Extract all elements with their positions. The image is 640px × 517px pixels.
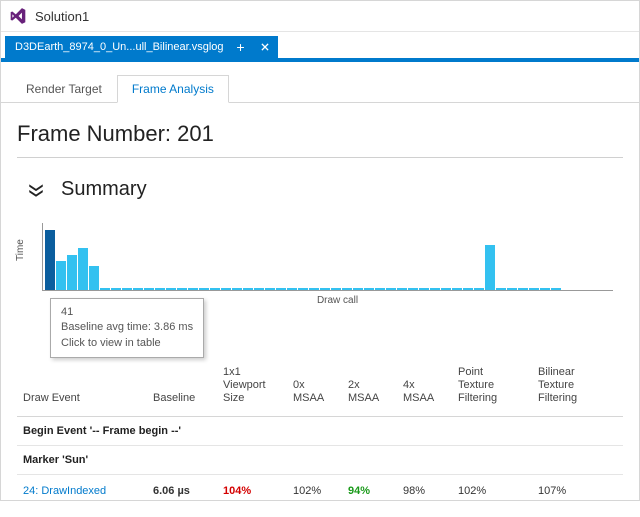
chart-bar[interactable] <box>298 288 308 290</box>
chart-bar[interactable] <box>221 288 231 290</box>
table-header-row: Draw Event Baseline 1x1 Viewport Size 0x… <box>17 362 623 417</box>
chart-bar[interactable] <box>78 248 88 290</box>
chart-bar[interactable] <box>364 288 374 290</box>
chart-bar[interactable] <box>408 288 418 290</box>
time-chart: Time Draw call 41 Baseline avg time: 3.8… <box>17 223 623 306</box>
chart-bar[interactable] <box>111 288 121 290</box>
chart-bar[interactable] <box>452 288 462 290</box>
tab-render-target[interactable]: Render Target <box>11 75 117 103</box>
chart-bar[interactable] <box>474 288 484 290</box>
chart-bar[interactable] <box>320 288 330 290</box>
pin-icon[interactable] <box>234 40 248 54</box>
chart-bar[interactable] <box>463 288 473 290</box>
draw-event-link[interactable]: 24: DrawIndexed <box>23 485 153 497</box>
chart-bar[interactable] <box>210 288 220 290</box>
cell-viewport: 104% <box>223 485 293 497</box>
chart-bar[interactable] <box>276 288 286 290</box>
chart-bar[interactable] <box>518 288 528 290</box>
col-viewport[interactable]: 1x1 Viewport Size <box>223 366 293 406</box>
chart-bar[interactable] <box>177 288 187 290</box>
chart-bar[interactable] <box>496 288 506 290</box>
chart-bar[interactable] <box>441 288 451 290</box>
chart-bar[interactable] <box>485 245 495 290</box>
results-table: Draw Event Baseline 1x1 Viewport Size 0x… <box>17 362 623 507</box>
col-baseline[interactable]: Baseline <box>153 392 223 405</box>
chart-bar[interactable] <box>243 288 253 290</box>
document-tab-strip: D3DEarth_8974_0_Un...ull_Bilinear.vsglog <box>1 32 639 58</box>
chart-bar[interactable] <box>100 288 110 290</box>
document-tab-label: D3DEarth_8974_0_Un...ull_Bilinear.vsglog <box>15 41 224 53</box>
window-title: Solution1 <box>35 9 89 24</box>
col-msaa2[interactable]: 2x MSAA <box>348 379 403 405</box>
summary-section-header[interactable]: Summary <box>27 178 623 201</box>
chart-bar[interactable] <box>199 288 209 290</box>
col-msaa0[interactable]: 0x MSAA <box>293 379 348 405</box>
chart-bar[interactable] <box>144 288 154 290</box>
title-bar: Solution1 <box>1 1 639 32</box>
chart-bar[interactable] <box>133 288 143 290</box>
chart-bar[interactable] <box>56 261 66 290</box>
chart-bar[interactable] <box>287 288 297 290</box>
chart-bar[interactable] <box>375 288 385 290</box>
chart-bar[interactable] <box>386 288 396 290</box>
table-row: 24: DrawIndexed 6.06 µs 104% 102% 94% 98… <box>17 475 623 507</box>
cell-baseline: 6.06 µs <box>153 485 223 497</box>
cell-msaa4: 98% <box>403 485 458 497</box>
col-bilinear[interactable]: Bilinear Texture Filtering <box>538 366 618 406</box>
col-msaa4[interactable]: 4x MSAA <box>403 379 458 405</box>
tooltip-baseline: Baseline avg time: 3.86 ms <box>61 320 193 335</box>
tooltip-hint: Click to view in table <box>61 336 193 351</box>
tab-frame-analysis[interactable]: Frame Analysis <box>117 75 229 103</box>
chart-bar[interactable] <box>254 288 264 290</box>
chart-tooltip: 41 Baseline avg time: 3.86 ms Click to v… <box>50 298 204 358</box>
chart-bar[interactable] <box>540 288 550 290</box>
group-begin-event[interactable]: Begin Event '-- Frame begin --' <box>17 417 623 446</box>
summary-label: Summary <box>61 178 147 201</box>
frame-number-header: Frame Number: 201 <box>17 121 623 158</box>
sub-tab-strip: Render Target Frame Analysis <box>1 62 639 103</box>
chart-bar[interactable] <box>232 288 242 290</box>
chart-bar[interactable] <box>122 288 132 290</box>
cell-msaa2: 94% <box>348 485 403 497</box>
chart-bar[interactable] <box>342 288 352 290</box>
chart-bar[interactable] <box>309 288 319 290</box>
chart-bars[interactable] <box>42 223 613 291</box>
col-point[interactable]: Point Texture Filtering <box>458 366 538 406</box>
chart-bar[interactable] <box>507 288 517 290</box>
visual-studio-icon <box>9 7 27 25</box>
chart-bar[interactable] <box>67 255 77 290</box>
chart-bar[interactable] <box>419 288 429 290</box>
col-draw-event[interactable]: Draw Event <box>23 392 153 405</box>
chart-bar[interactable] <box>265 288 275 290</box>
chart-bar[interactable] <box>166 288 176 290</box>
tooltip-index: 41 <box>61 305 193 320</box>
collapse-icon[interactable] <box>27 181 45 199</box>
chart-bar[interactable] <box>430 288 440 290</box>
chart-bar[interactable] <box>397 288 407 290</box>
chart-bar[interactable] <box>529 288 539 290</box>
cell-bilinear: 107% <box>538 485 618 497</box>
chart-bar[interactable] <box>155 288 165 290</box>
chart-y-axis-label: Time <box>15 239 26 261</box>
close-icon[interactable] <box>258 40 272 54</box>
document-tab[interactable]: D3DEarth_8974_0_Un...ull_Bilinear.vsglog <box>5 36 278 58</box>
content-area: Frame Number: 201 Summary Time Draw call… <box>1 103 639 517</box>
cell-msaa0: 102% <box>293 485 348 497</box>
chart-bar[interactable] <box>89 266 99 290</box>
chart-bar[interactable] <box>188 288 198 290</box>
chart-bar[interactable] <box>551 288 561 290</box>
chart-bar[interactable] <box>331 288 341 290</box>
cell-point: 102% <box>458 485 538 497</box>
group-marker-sun[interactable]: Marker 'Sun' <box>17 446 623 475</box>
chart-bar[interactable] <box>45 230 55 290</box>
chart-bar[interactable] <box>353 288 363 290</box>
